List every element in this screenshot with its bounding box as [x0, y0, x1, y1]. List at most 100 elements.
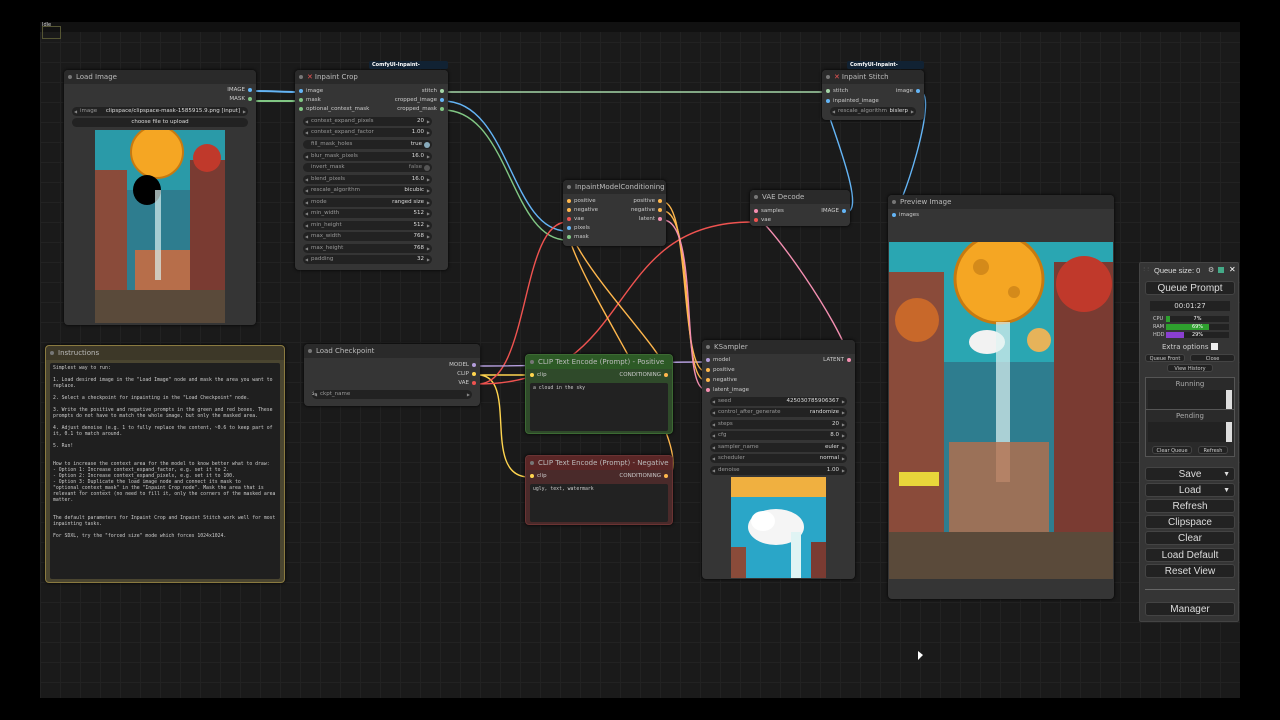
max-height-widget[interactable]: max_height768 — [303, 244, 432, 253]
min-height-widget[interactable]: min_height512 — [303, 221, 432, 230]
output-cropped-image[interactable]: cropped_image — [395, 96, 444, 105]
output-image[interactable]: IMAGE — [821, 207, 846, 216]
fill-mask-holes-toggle[interactable]: fill_mask_holes true — [303, 140, 432, 149]
hdd-meter: 29% — [1166, 332, 1229, 338]
save-button[interactable]: Save ▼ — [1145, 467, 1235, 481]
scheduler-widget[interactable]: schedulernormal — [710, 454, 847, 463]
input-negative[interactable]: negative — [567, 206, 598, 215]
queue-front-button[interactable]: Queue Front — [1145, 354, 1185, 362]
queue-prompt-button[interactable]: Queue Prompt — [1145, 281, 1235, 295]
input-mask[interactable]: mask — [299, 96, 321, 105]
input-pixels[interactable]: pixels — [567, 224, 590, 233]
chevron-down-icon[interactable]: ▼ — [1223, 468, 1230, 482]
denoise-widget[interactable]: denoise1.00 — [710, 466, 847, 475]
load-default-button[interactable]: Load Default — [1145, 548, 1235, 562]
steps-widget[interactable]: steps20 — [710, 420, 847, 429]
output-conditioning[interactable]: CONDITIONING — [619, 371, 668, 380]
image-icon[interactable] — [1218, 267, 1224, 273]
clip-negative-node[interactable]: CLIP Text Encode (Prompt) - Negative cli… — [525, 455, 673, 525]
view-history-button[interactable]: View History — [1167, 364, 1213, 372]
output-positive[interactable]: positive — [633, 197, 662, 206]
gear-icon[interactable]: ⚙ — [1208, 266, 1214, 274]
output-image[interactable]: IMAGE — [227, 86, 252, 95]
scrollbar[interactable] — [1226, 390, 1232, 410]
cfg-widget[interactable]: cfg8.0 — [710, 431, 847, 440]
drag-handle-icon[interactable]: ⋮⋮ — [1142, 266, 1150, 271]
input-samples[interactable]: samples — [754, 207, 784, 216]
close-icon[interactable]: ✕ — [1229, 265, 1236, 274]
output-negative[interactable]: negative — [631, 206, 662, 215]
link-cropped-mask — [442, 109, 568, 241]
instructions-text[interactable]: Simplest way to run: 1. Load desired ima… — [50, 363, 280, 579]
inpaint-stitch-node[interactable]: ComfyUI-Inpaint-CropAnd... ✕Inpaint Stit… — [822, 61, 924, 120]
input-negative[interactable]: negative — [706, 376, 737, 385]
blend-pixels-widget[interactable]: blend_pixels16.0 — [303, 175, 432, 184]
load-checkpoint-node[interactable]: Load Checkpoint MODEL CLIP VAE ckpt_name… — [304, 344, 480, 406]
input-inpainted-image[interactable]: inpainted_image — [826, 97, 879, 106]
image-select[interactable]: imageclipspace/clipspace-mask-1585915.9.… — [72, 107, 248, 116]
mode-widget[interactable]: moderanged size — [303, 198, 432, 207]
positive-prompt-input[interactable]: a cloud in the sky — [530, 383, 668, 431]
ckpt-name-select[interactable]: ckpt_namesd1.5-inpainting/realismixRealA… — [312, 390, 472, 399]
reset-view-button[interactable]: Reset View — [1145, 564, 1235, 578]
load-image-node[interactable]: Load Image IMAGE MASK imageclipspace/cli… — [64, 70, 256, 325]
close-button[interactable]: Close — [1190, 354, 1235, 362]
input-stitch[interactable]: stitch — [826, 87, 848, 96]
input-positive[interactable]: positive — [706, 366, 735, 375]
blur-mask-pixels-widget[interactable]: blur_mask_pixels16.0 — [303, 152, 432, 161]
output-model[interactable]: MODEL — [449, 361, 476, 370]
input-model[interactable]: model — [706, 356, 730, 365]
output-clip[interactable]: CLIP — [457, 370, 476, 379]
input-images[interactable]: images — [892, 211, 919, 220]
output-mask[interactable]: MASK — [229, 95, 252, 104]
input-latent-image[interactable]: latent_image — [706, 386, 749, 395]
upload-button[interactable]: choose file to upload — [72, 118, 248, 127]
context-expand-pixels-widget[interactable]: context_expand_pixels20 — [303, 117, 432, 126]
min-width-widget[interactable]: min_width512 — [303, 209, 432, 218]
context-expand-factor-widget[interactable]: context_expand_factor1.00 — [303, 128, 432, 137]
refresh-queue-button[interactable]: Refresh — [1198, 446, 1228, 454]
output-conditioning[interactable]: CONDITIONING — [619, 472, 668, 481]
clear-queue-button[interactable]: Clear Queue — [1152, 446, 1192, 454]
output-latent[interactable]: LATENT — [823, 356, 851, 365]
input-positive[interactable]: positive — [567, 197, 596, 206]
clipspace-button[interactable]: Clipspace — [1145, 515, 1235, 529]
rescale-algorithm-widget[interactable]: rescale_algorithmbicubic — [303, 186, 432, 195]
rescale-algorithm-widget[interactable]: rescale_algorithmbislerp — [830, 107, 916, 116]
inpaint-crop-node[interactable]: ComfyUI-Inpaint-CropAnd... ✕Inpaint Crop… — [295, 61, 448, 270]
invert-mask-toggle[interactable]: invert_mask false — [303, 163, 432, 172]
vae-decode-node[interactable]: VAE Decode samples vae IMAGE — [750, 190, 850, 226]
output-cropped-mask[interactable]: cropped_mask — [397, 105, 444, 114]
node-canvas[interactable]: Idle Load Image IMAGE MASK imageclipspac… — [40, 22, 1240, 698]
chevron-down-icon[interactable]: ▼ — [1223, 484, 1230, 498]
instructions-note[interactable]: Instructions Simplest way to run: 1. Loa… — [45, 345, 285, 583]
output-vae[interactable]: VAE — [458, 379, 476, 388]
preview-image-node[interactable]: Preview Image images — [888, 195, 1114, 599]
ksampler-node[interactable]: KSampler model positive negative latent_… — [702, 340, 855, 579]
scrollbar[interactable] — [1226, 422, 1232, 442]
load-button[interactable]: Load ▼ — [1145, 483, 1235, 497]
inpaint-model-conditioning-node[interactable]: InpaintModelConditioning positive negati… — [563, 180, 666, 246]
extra-options-checkbox[interactable] — [1211, 343, 1218, 350]
sampler-name-widget[interactable]: sampler_nameeuler — [710, 443, 847, 452]
control-after-generate-widget[interactable]: control_after_generaterandomize — [710, 408, 847, 417]
output-image[interactable]: image — [896, 87, 920, 96]
output-latent[interactable]: latent — [639, 215, 662, 224]
seed-widget[interactable]: seed425030785906367 — [710, 397, 847, 406]
max-width-widget[interactable]: max_width768 — [303, 232, 432, 241]
input-vae[interactable]: vae — [567, 215, 584, 224]
clear-button[interactable]: Clear — [1145, 531, 1235, 545]
input-image[interactable]: image — [299, 87, 323, 96]
clip-positive-node[interactable]: CLIP Text Encode (Prompt) - Positive cli… — [525, 354, 673, 434]
input-vae[interactable]: vae — [754, 216, 771, 225]
manager-button[interactable]: Manager — [1145, 602, 1235, 616]
padding-widget[interactable]: padding32 — [303, 255, 432, 264]
pending-box — [1148, 422, 1228, 442]
input-mask[interactable]: mask — [567, 233, 589, 242]
negative-prompt-input[interactable]: ugly, text, watermark — [530, 484, 668, 522]
input-clip[interactable]: clip — [530, 472, 547, 481]
input-clip[interactable]: clip — [530, 371, 547, 380]
refresh-button[interactable]: Refresh — [1145, 499, 1235, 513]
output-stitch[interactable]: stitch — [422, 87, 444, 96]
input-optional-context-mask[interactable]: optional_context_mask — [299, 105, 369, 114]
